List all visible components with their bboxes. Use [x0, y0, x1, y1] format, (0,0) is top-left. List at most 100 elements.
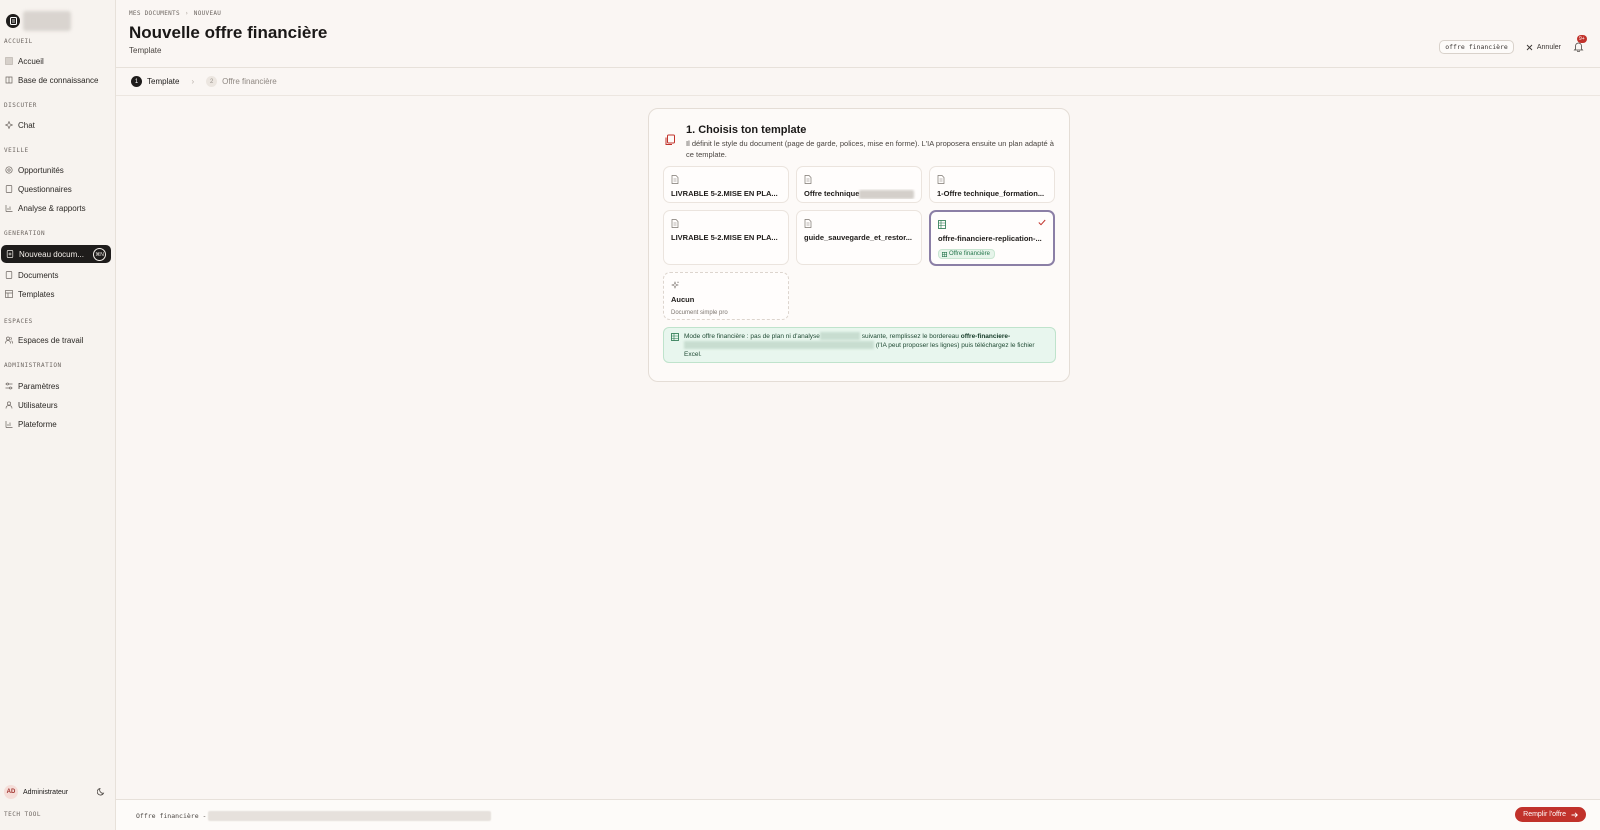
sidebar-item-label: Plateforme	[18, 419, 57, 429]
chevron-right-icon: ›	[191, 77, 195, 86]
target-icon	[5, 166, 13, 174]
sidebar-item-label: Nouveau docum...	[19, 249, 84, 259]
step-offre-financiere[interactable]: Offre financière	[222, 77, 277, 86]
info-bold-text: offre-financiere-	[960, 333, 1011, 340]
file-icon	[671, 219, 679, 230]
info-text-a: Mode offre financière : pas de plan ni d…	[684, 333, 820, 340]
breadcrumb: MES DOCUMENTS › NOUVEAU	[129, 10, 221, 17]
section-title-generation: GENERATION	[4, 230, 46, 237]
template-name: Aucun	[671, 295, 695, 304]
sparkles-icon	[671, 281, 680, 292]
cancel-button[interactable]: Annuler	[1526, 44, 1561, 51]
template-option[interactable]: LIVRABLE 5-2.MISE EN PLA...	[663, 210, 789, 265]
file-icon	[804, 175, 812, 186]
mode-pill: offre financière	[1439, 40, 1514, 54]
template-option-none[interactable]: Aucun Document simple pro	[663, 272, 789, 320]
header-actions: offre financière Annuler 9+	[1439, 35, 1587, 54]
sidebar-item-label: Analyse & rapports	[18, 203, 86, 213]
main-content: MES DOCUMENTS › NOUVEAU Nouvelle offre fin…	[116, 0, 1600, 830]
file-icon	[804, 219, 812, 230]
template-option[interactable]: Offre technique	[796, 166, 922, 203]
sidebar-item-plateforme[interactable]: Plateforme	[0, 415, 110, 433]
section-title-veille: VEILLE	[4, 147, 29, 154]
sidebar-item-analyse-rapports[interactable]: Analyse & rapports	[0, 199, 110, 217]
button-label: Remplir l'offre	[1523, 811, 1566, 818]
sidebar-item-parametres[interactable]: Paramètres	[0, 377, 110, 395]
template-option[interactable]: LIVRABLE 5-2.MISE EN PLA...	[663, 166, 789, 203]
sidebar-item-documents[interactable]: Documents	[0, 266, 110, 284]
file-icon	[937, 175, 945, 186]
close-icon	[1526, 44, 1533, 51]
card-description: Il définit le style du document (page de…	[686, 139, 1054, 159]
sidebar-item-accueil[interactable]: Accueil	[0, 52, 110, 70]
header-divider	[116, 67, 1600, 68]
user-icon	[5, 401, 13, 409]
template-name: guide_sauvegarde_et_restor...	[804, 233, 912, 242]
document-icon	[5, 185, 13, 193]
template-subtitle: Document simple pro	[671, 310, 728, 316]
redacted-text	[819, 332, 860, 341]
section-title-administration: ADMINISTRATION	[4, 362, 62, 369]
redacted-text	[859, 189, 915, 199]
sliders-icon	[5, 382, 13, 390]
section-title-espaces: ESPACES	[4, 318, 33, 325]
users-icon	[5, 336, 13, 344]
sidebar-item-label: Documents	[18, 270, 59, 280]
footer-bar: Offre financière - Remplir l'offre	[116, 799, 1600, 830]
sidebar-item-label: Accueil	[18, 56, 44, 66]
sidebar-item-label: Opportunités	[18, 165, 64, 175]
template-option-selected[interactable]: offre-financiere-replication-... Offre f…	[929, 210, 1055, 266]
step-template[interactable]: Template	[147, 77, 179, 86]
arrow-right-icon	[1571, 811, 1578, 818]
sidebar-item-utilisateurs[interactable]: Utilisateurs	[0, 396, 110, 414]
breadcrumb-item-mes-documents[interactable]: MES DOCUMENTS	[129, 10, 180, 17]
info-banner: Mode offre financière : pas de plan ni d…	[663, 327, 1056, 363]
notification-badge: 9+	[1577, 35, 1587, 43]
sidebar-item-label: Base de connaissance	[18, 75, 99, 85]
bell-icon	[1573, 42, 1584, 54]
sidebar-item-opportunites[interactable]: Opportunités	[0, 161, 110, 179]
template-name: LIVRABLE 5-2.MISE EN PLA...	[671, 233, 778, 242]
section-title-accueil: ACCUEIL	[4, 38, 33, 45]
stepper-divider	[116, 95, 1600, 96]
bar-chart-icon	[5, 420, 13, 428]
spreadsheet-icon	[938, 220, 946, 231]
sidebar-item-chat[interactable]: Chat	[0, 116, 110, 134]
copy-icon	[664, 134, 676, 148]
square-icon	[5, 57, 13, 65]
tech-tool-label: TECH TOOL	[4, 811, 42, 818]
document-icon	[5, 271, 13, 279]
sidebar-item-label: Chat	[18, 120, 35, 130]
template-tag-label: Offre financière	[949, 251, 990, 257]
info-text-b: suivante, remplissez le bordereau	[861, 333, 959, 340]
avatar: AD	[4, 785, 18, 799]
template-name: 1-Offre technique_formation...	[937, 189, 1045, 198]
layout-icon	[5, 290, 13, 298]
user-menu[interactable]: AD Administrateur	[4, 785, 108, 799]
template-option[interactable]: guide_sauvegarde_et_restor...	[796, 210, 922, 265]
sidebar-item-templates[interactable]: Templates	[0, 285, 110, 303]
book-icon	[5, 76, 13, 84]
brand[interactable]	[6, 11, 71, 31]
sidebar-item-base-de-connaissance[interactable]: Base de connaissance	[0, 71, 110, 89]
remplir-offre-button[interactable]: Remplir l'offre	[1515, 807, 1586, 822]
template-picker-card: 1. Choisis ton template Il définit le st…	[648, 108, 1070, 382]
shortcut-badge: ⌘N	[93, 248, 106, 261]
moon-icon[interactable]	[96, 787, 106, 798]
sidebar-item-questionnaires[interactable]: Questionnaires	[0, 180, 110, 198]
brand-name-redacted	[23, 11, 71, 31]
user-name: Administrateur	[23, 788, 69, 796]
notifications-button[interactable]: 9+	[1573, 35, 1587, 54]
cancel-label: Annuler	[1536, 43, 1561, 51]
sidebar-item-label: Templates	[18, 289, 55, 299]
breadcrumb-separator: ›	[184, 10, 189, 17]
step-number: 2	[206, 76, 218, 87]
sidebar-item-espaces-de-travail[interactable]: Espaces de travail	[0, 331, 110, 349]
sparkle-icon	[5, 121, 13, 129]
sidebar-item-nouveau-document[interactable]: Nouveau docum... ⌘N	[1, 245, 111, 263]
sidebar-item-label: Paramètres	[18, 381, 60, 391]
template-option[interactable]: 1-Offre technique_formation...	[929, 166, 1055, 203]
bar-chart-icon	[5, 204, 13, 212]
stepper: 1 Template › 2 Offre financière	[131, 76, 277, 87]
sidebar: ACCUEIL Accueil Base de connaissance DIS…	[0, 0, 116, 830]
